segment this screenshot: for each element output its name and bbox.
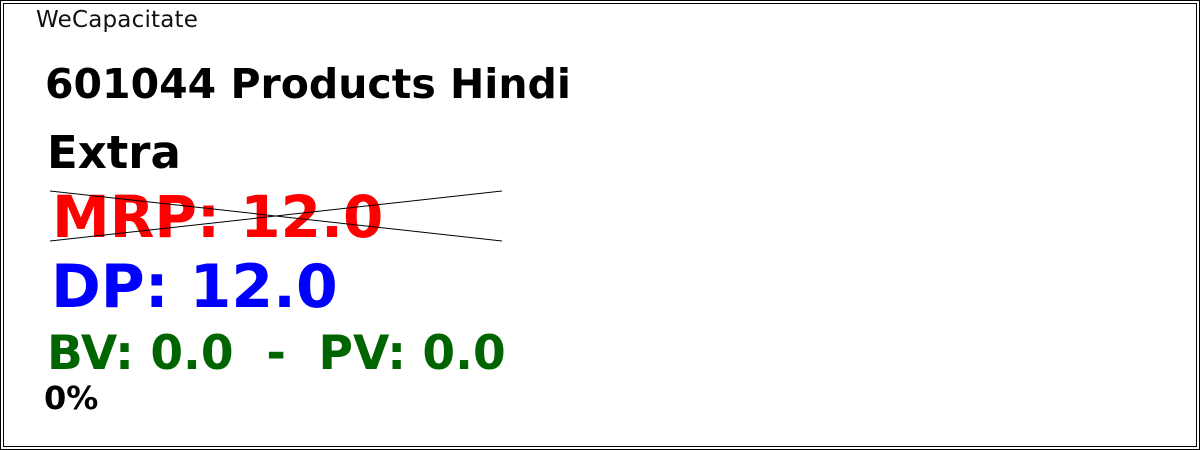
product-title: 601044 Products Hindi	[45, 60, 571, 108]
mrp-strikethrough-cross	[50, 190, 502, 242]
mrp-block: MRP: 12.0	[50, 186, 502, 248]
bv-pv-values: BV: 0.0 - PV: 0.0	[47, 326, 506, 381]
brand-name: WeCapacitate	[36, 7, 199, 33]
product-subtitle: Extra	[47, 126, 181, 179]
discount-percent: 0%	[44, 379, 99, 417]
dp-price: DP: 12.0	[51, 252, 338, 322]
